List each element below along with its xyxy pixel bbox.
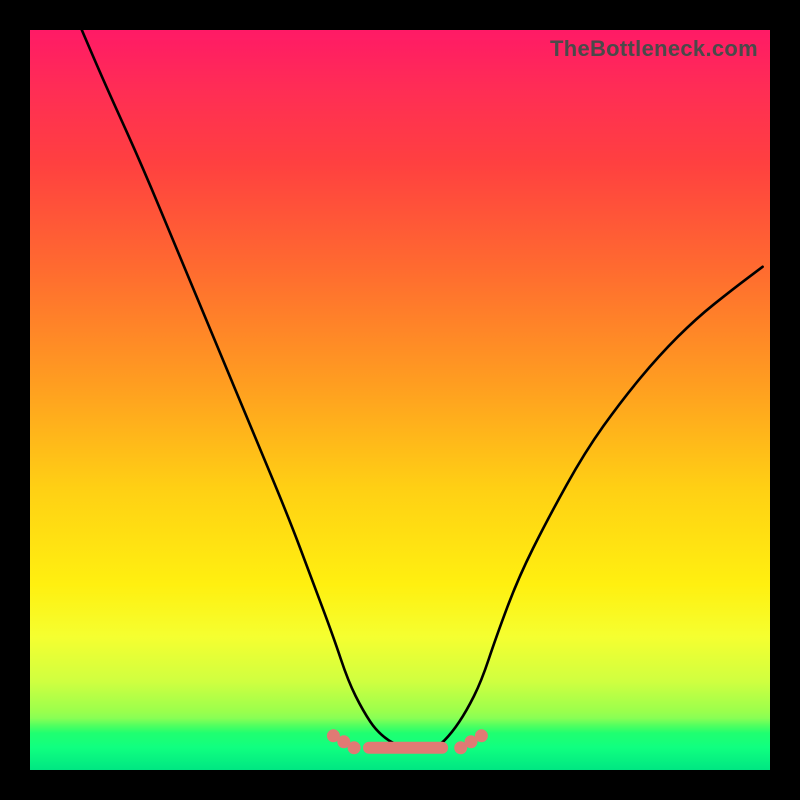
floor-dot bbox=[348, 741, 361, 754]
floor-bar bbox=[363, 742, 448, 754]
curve-svg bbox=[30, 30, 770, 770]
floor-marks bbox=[327, 729, 488, 754]
bottleneck-curve bbox=[82, 30, 763, 748]
plot-area: TheBottleneck.com bbox=[30, 30, 770, 770]
floor-dot bbox=[475, 729, 488, 742]
chart-frame: TheBottleneck.com bbox=[0, 0, 800, 800]
